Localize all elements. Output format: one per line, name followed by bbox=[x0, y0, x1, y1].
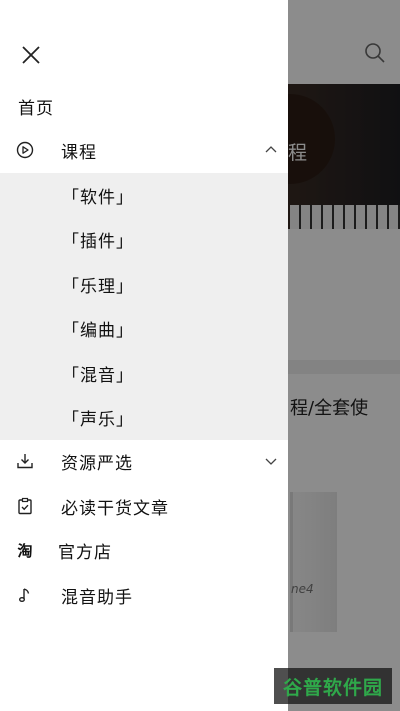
chevron-up-icon[interactable] bbox=[264, 143, 278, 157]
submenu-item-label: 「插件」 bbox=[62, 231, 134, 252]
submenu-item-label: 「编曲」 bbox=[62, 320, 134, 341]
play-circle-icon bbox=[16, 141, 34, 159]
navigation-drawer: 首页 课程 「软件」 「插件」 「乐理」 「编曲」 「混音」 「声乐」 资源严选… bbox=[0, 0, 288, 711]
watermark-text: 谷普软件园 bbox=[282, 676, 383, 699]
submenu-item-music-theory[interactable]: 「乐理」 bbox=[0, 262, 288, 306]
close-icon[interactable] bbox=[18, 42, 44, 68]
submenu-item-software[interactable]: 「软件」 bbox=[0, 173, 288, 217]
submenu-item-label: 「软件」 bbox=[62, 187, 134, 208]
menu-item-label: 课程 bbox=[61, 142, 97, 163]
menu-item-label: 首页 bbox=[18, 98, 54, 119]
taobao-icon: 淘 bbox=[17, 541, 33, 560]
submenu-item-plugins[interactable]: 「插件」 bbox=[0, 217, 288, 261]
menu-item-mixing-assistant[interactable]: 混音助手 bbox=[0, 573, 288, 617]
menu-item-courses[interactable]: 课程 bbox=[0, 128, 288, 172]
submenu-item-mixing[interactable]: 「混音」 bbox=[0, 351, 288, 395]
watermark: 谷普软件园 bbox=[274, 668, 392, 704]
submenu-item-label: 「混音」 bbox=[62, 365, 134, 386]
menu-item-label: 官方店 bbox=[58, 542, 112, 563]
submenu-item-arrangement[interactable]: 「编曲」 bbox=[0, 306, 288, 350]
download-icon bbox=[16, 452, 34, 470]
courses-submenu: 「软件」 「插件」 「乐理」 「编曲」 「混音」 「声乐」 bbox=[0, 173, 288, 440]
menu-item-label: 资源严选 bbox=[61, 453, 133, 474]
submenu-item-vocals[interactable]: 「声乐」 bbox=[0, 395, 288, 439]
submenu-item-label: 「声乐」 bbox=[62, 409, 134, 430]
menu-item-label: 必读干货文章 bbox=[61, 498, 169, 519]
submenu-item-label: 「乐理」 bbox=[62, 276, 134, 297]
chevron-down-icon[interactable] bbox=[264, 454, 278, 468]
menu-item-home[interactable]: 首页 bbox=[0, 84, 288, 128]
menu-item-resources[interactable]: 资源严选 bbox=[0, 439, 288, 483]
menu-item-articles[interactable]: 必读干货文章 bbox=[0, 484, 288, 528]
menu-item-shop[interactable]: 淘 官方店 bbox=[0, 528, 288, 572]
clipboard-check-icon bbox=[16, 497, 34, 515]
music-note-icon bbox=[16, 586, 34, 604]
menu-item-label: 混音助手 bbox=[61, 587, 133, 608]
